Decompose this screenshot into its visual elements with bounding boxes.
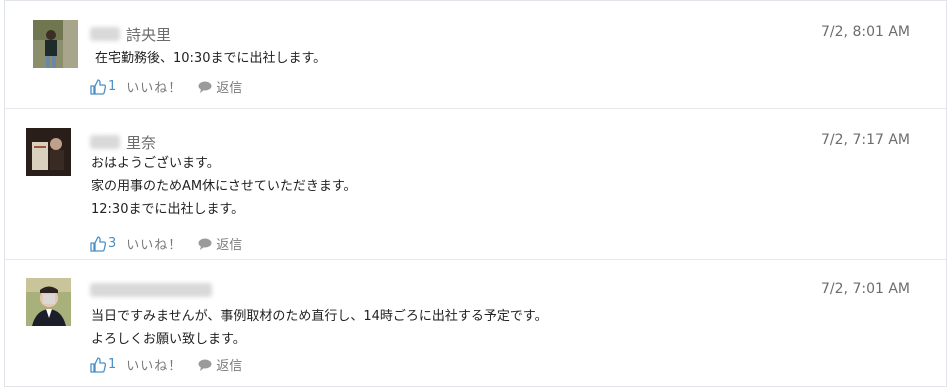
activity-feed: 詩央里 7/2, 8:01 AM 在宅勤務後、10:30までに出社します。 1 … — [4, 0, 947, 387]
post-actions: 1 いいね！ 返信 — [90, 77, 242, 96]
thumbs-up-icon — [90, 78, 107, 95]
reply-label: 返信 — [216, 359, 243, 374]
post-text-line: 12:30までに出社します。 — [91, 202, 245, 217]
reply-label: 返信 — [216, 81, 243, 96]
thumbs-up-icon — [90, 235, 107, 252]
post-body: 在宅勤務後、10:30までに出社します。 — [95, 47, 326, 70]
redacted-name — [90, 283, 212, 297]
avatar[interactable] — [26, 278, 71, 326]
post-text-line: よろしくお願い致します。 — [91, 332, 246, 347]
avatar[interactable] — [26, 128, 71, 176]
redacted-surname — [90, 135, 120, 149]
post-text-line: 在宅勤務後、10:30までに出社します。 — [95, 51, 327, 66]
avatar[interactable] — [33, 20, 78, 68]
post-timestamp[interactable]: 7/2, 8:01 AM — [821, 24, 910, 40]
like-button[interactable]: 1 いいね！ — [90, 355, 182, 374]
redacted-surname — [90, 27, 120, 41]
thumbs-up-icon — [90, 356, 107, 373]
reply-button[interactable]: 返信 — [198, 77, 242, 96]
feed-post: 7/2, 7:01 AM 当日ですみませんが、事例取材のため直行し、14時ごろに… — [5, 260, 946, 386]
reply-button[interactable]: 返信 — [198, 355, 242, 374]
post-actions: 1 いいね！ 返信 — [90, 355, 242, 374]
like-button[interactable]: 1 いいね！ — [90, 77, 182, 96]
feed-post: 里奈 7/2, 7:17 AM おはようございます。 家の用事のためAM休にさせ… — [5, 109, 946, 260]
speech-bubble-icon — [198, 359, 212, 371]
like-label: いいね！ — [126, 359, 183, 374]
post-body: おはようございます。 家の用事のためAM休にさせていただきます。 12:30まで… — [91, 152, 357, 221]
author-name[interactable]: 詩央里 — [90, 24, 171, 45]
reply-button[interactable]: 返信 — [198, 234, 242, 253]
post-text-line: おはようございます。 — [91, 156, 220, 171]
author-name[interactable] — [90, 282, 218, 300]
like-count: 1 — [108, 79, 117, 94]
reply-label: 返信 — [216, 238, 243, 253]
like-count: 3 — [108, 236, 117, 251]
post-actions: 3 いいね！ 返信 — [90, 234, 242, 253]
like-label: いいね！ — [126, 81, 183, 96]
author-name[interactable]: 里奈 — [90, 132, 156, 153]
post-text-line: 当日ですみませんが、事例取材のため直行し、14時ごろに出社する予定です。 — [91, 309, 548, 324]
post-body: 当日ですみませんが、事例取材のため直行し、14時ごろに出社する予定です。 よろし… — [91, 305, 548, 351]
post-text-line: 家の用事のためAM休にさせていただきます。 — [91, 179, 357, 194]
like-label: いいね！ — [126, 238, 183, 253]
speech-bubble-icon — [198, 238, 212, 250]
speech-bubble-icon — [198, 81, 212, 93]
like-count: 1 — [108, 357, 117, 372]
feed-post: 詩央里 7/2, 8:01 AM 在宅勤務後、10:30までに出社します。 1 … — [5, 1, 946, 109]
post-timestamp[interactable]: 7/2, 7:17 AM — [821, 132, 910, 148]
like-button[interactable]: 3 いいね！ — [90, 234, 182, 253]
post-timestamp[interactable]: 7/2, 7:01 AM — [821, 281, 910, 297]
